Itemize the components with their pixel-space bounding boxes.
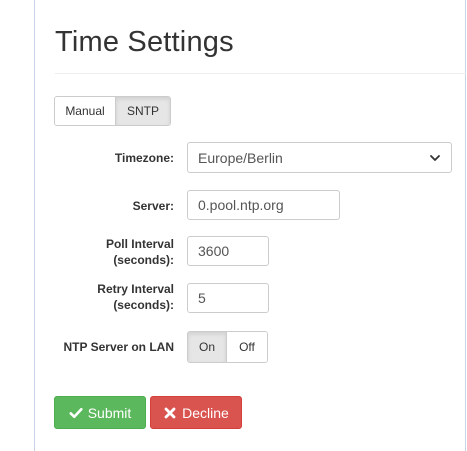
ntp-lan-on-button[interactable]: On [188, 332, 226, 362]
poll-interval-input[interactable]: 3600 [187, 236, 269, 266]
timezone-value: Europe/Berlin [198, 149, 283, 166]
server-input-value: 0.pool.ntp.org [198, 197, 284, 213]
retry-interval-value: 5 [198, 290, 206, 306]
retry-interval-input[interactable]: 5 [187, 283, 269, 313]
submit-button[interactable]: Submit [54, 396, 146, 429]
poll-interval-label: Poll Interval (seconds): [60, 236, 174, 268]
timezone-select[interactable]: Europe/Berlin [187, 142, 452, 173]
decline-button[interactable]: Decline [150, 396, 242, 429]
retry-interval-label: Retry Interval (seconds): [60, 281, 174, 313]
check-icon [69, 406, 83, 420]
timezone-label: Timezone: [114, 151, 174, 165]
server-label: Server: [132, 199, 174, 213]
panel-frame [34, 0, 466, 451]
title-divider [55, 73, 466, 74]
decline-label: Decline [182, 404, 229, 421]
ntp-lan-off-button[interactable]: Off [226, 332, 267, 362]
poll-interval-value: 3600 [198, 243, 230, 259]
retry-interval-label-line1: Retry Interval [97, 282, 174, 296]
x-icon [163, 406, 177, 420]
manual-mode-button[interactable]: Manual [55, 97, 115, 125]
page-title: Time Settings [55, 26, 234, 58]
time-mode-toggle: Manual SNTP [54, 96, 171, 126]
poll-interval-label-line1: Poll Interval [105, 237, 174, 251]
submit-label: Submit [87, 404, 132, 421]
poll-interval-label-line2: (seconds): [113, 253, 174, 267]
server-input[interactable]: 0.pool.ntp.org [187, 190, 340, 220]
ntp-server-lan-label: NTP Server on LAN [63, 340, 174, 354]
ntp-server-lan-toggle: On Off [187, 331, 268, 363]
chevron-down-icon [429, 152, 441, 164]
sntp-mode-button[interactable]: SNTP [115, 97, 170, 125]
retry-interval-label-line2: (seconds): [113, 298, 174, 312]
